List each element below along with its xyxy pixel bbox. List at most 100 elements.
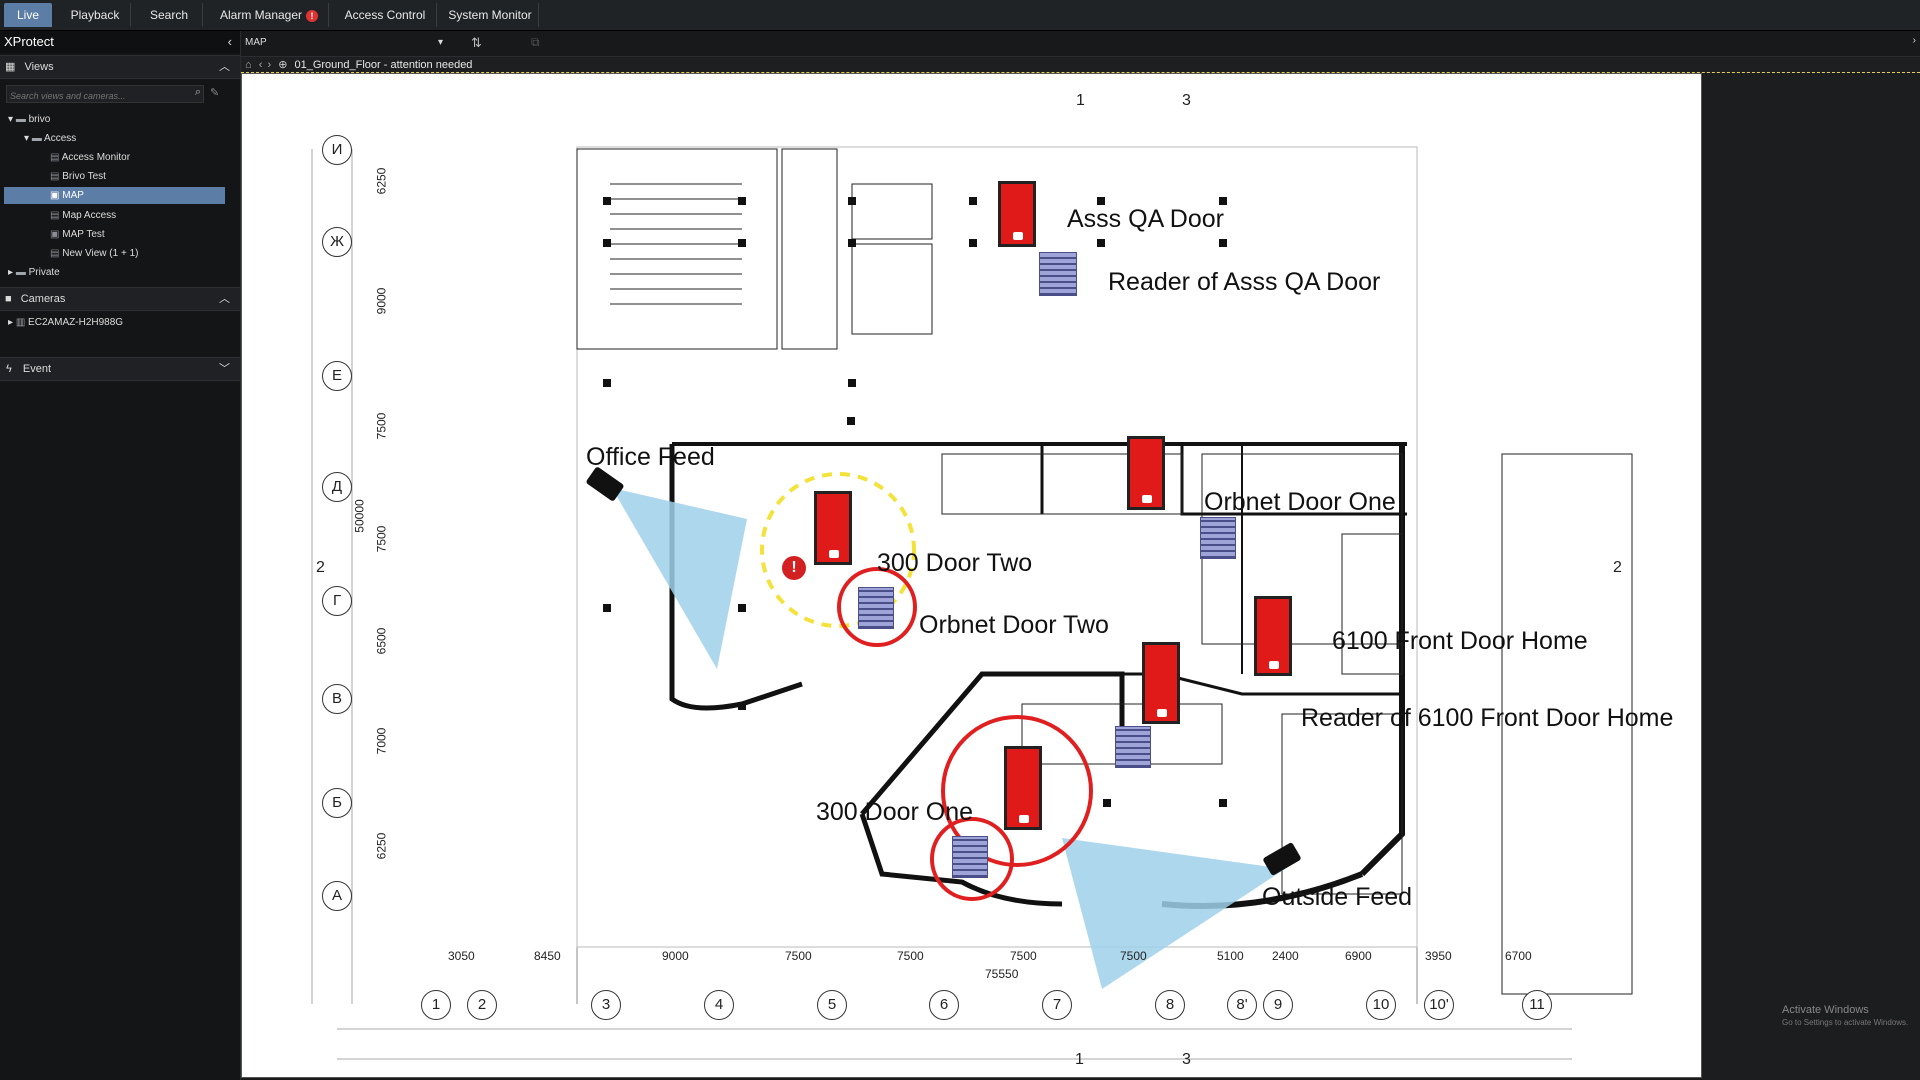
card-reader-icon[interactable] <box>1039 252 1077 296</box>
col-axis-marker: 8' <box>1227 990 1257 1020</box>
search-icon[interactable]: ⌕ <box>195 86 201 99</box>
camera-server-item[interactable]: ▸ ▥ EC2AMAZ-H2H988G <box>8 314 123 331</box>
tree-item-brivo-test[interactable]: ▤ Brivo Test <box>50 168 224 185</box>
tree-item-label: Access Monitor <box>61 152 131 163</box>
row-axis-marker: Б <box>322 788 352 818</box>
tree-root-brivo[interactable]: ▾ ▬ brivo <box>8 111 50 128</box>
tree-group-access[interactable]: ▾ ▬ Access <box>24 130 76 147</box>
row-axis-marker: В <box>322 684 352 714</box>
col-axis-marker: 10' <box>1424 990 1454 1020</box>
col-axis-marker: 9 <box>1263 990 1293 1020</box>
office-feed-view-cone <box>612 488 747 669</box>
label-reader-6100-front-door[interactable]: Reader of 6100 Front Door Home <box>1301 704 1673 733</box>
tree-private[interactable]: ▸ ▬ Private <box>8 264 60 281</box>
views-search-box[interactable]: ⌕ <box>6 85 204 104</box>
tab-alarm-manager-label: Alarm Manager <box>219 8 303 22</box>
row-axis-marker: И <box>322 135 352 165</box>
col-axis-marker: 6 <box>929 990 959 1020</box>
more-icon[interactable]: › <box>1913 35 1916 46</box>
col-dimension: 6900 <box>1345 949 1372 963</box>
tree-root-label: brivo <box>28 114 51 125</box>
label-300-door-two[interactable]: 300 Door Two <box>877 549 1032 578</box>
col-dimension: 7500 <box>1120 949 1147 963</box>
tab-access-control[interactable]: Access Control <box>334 3 437 27</box>
folder-icon: ▬ <box>15 267 26 278</box>
lock-icon <box>1142 495 1152 503</box>
door-icon[interactable] <box>998 181 1036 247</box>
label-outside-feed[interactable]: Outside Feed <box>1262 883 1412 912</box>
label-office-feed[interactable]: Office Feed <box>586 443 715 472</box>
door-icon[interactable] <box>1004 746 1042 830</box>
add-view-icon[interactable]: ✎ <box>210 86 219 99</box>
view-icon: ▣ <box>50 229 60 240</box>
lock-icon <box>1019 815 1029 823</box>
door-icon[interactable] <box>1254 596 1292 676</box>
row-dimension: 9000 <box>374 287 389 315</box>
tab-live[interactable]: Live <box>4 3 52 27</box>
col-axis-marker: 8 <box>1155 990 1185 1020</box>
collapse-panel-icon[interactable]: ‹ <box>228 31 232 53</box>
label-300-door-one[interactable]: 300 Door One <box>816 798 973 827</box>
col-dimension: 7500 <box>785 949 812 963</box>
section-mark-side: 2 <box>316 559 325 576</box>
card-reader-icon[interactable] <box>1200 517 1236 559</box>
views-header-label: Views <box>24 61 54 73</box>
watermark-subtitle: Go to Settings to activate Windows. <box>1782 1018 1909 1027</box>
col-dimension: 3050 <box>448 949 475 963</box>
label-orbnet-door-two[interactable]: Orbnet Door Two <box>919 611 1109 640</box>
back-icon[interactable]: ‹ <box>259 59 263 71</box>
breadcrumb-path[interactable]: 01_Ground_Floor - attention needed <box>294 59 472 71</box>
label-orbnet-door-one[interactable]: Orbnet Door One <box>1204 488 1396 517</box>
forward-icon[interactable]: › <box>267 59 271 71</box>
row-axis-marker: Е <box>322 361 352 391</box>
globe-icon: ⊕ <box>278 59 288 71</box>
col-dimension: 2400 <box>1272 949 1299 963</box>
cameras-section-header[interactable]: ■ Cameras ︿ <box>0 287 240 311</box>
tree-item-map-test[interactable]: ▣ MAP Test <box>50 226 224 243</box>
folder-icon: ▬ <box>31 133 42 144</box>
copy-icon[interactable]: ⧉ <box>531 35 540 50</box>
card-reader-icon[interactable] <box>952 836 988 878</box>
card-reader-icon[interactable] <box>1115 726 1151 768</box>
col-dimension: 9000 <box>662 949 689 963</box>
top-tab-bar: Live Playback Search Alarm Manager! Acce… <box>0 0 1920 31</box>
view-icon: ▤ <box>50 152 60 163</box>
left-panel: XProtect ‹ ▦ Views ︿ ⌕ ✎ ▾ ▬ brivo ▾ ▬ A… <box>0 31 241 1080</box>
tab-search[interactable]: Search <box>136 3 203 27</box>
tab-playback[interactable]: Playback <box>60 3 131 27</box>
tree-item-map[interactable]: ▣ MAP <box>4 187 225 204</box>
door-icon[interactable] <box>1127 436 1165 510</box>
tree-item-access-monitor[interactable]: ▤ Access Monitor <box>50 149 224 166</box>
door-icon[interactable] <box>1142 642 1180 724</box>
home-icon[interactable]: ⌂ <box>245 59 252 71</box>
card-reader-icon[interactable] <box>858 587 894 629</box>
door-icon[interactable] <box>814 491 852 565</box>
lock-icon <box>1013 232 1023 240</box>
tab-system-monitor[interactable]: System Monitor <box>442 3 539 27</box>
alert-icon[interactable]: ! <box>782 556 806 580</box>
label-reader-asss-qa-door[interactable]: Reader of Asss QA Door <box>1108 268 1380 297</box>
label-6100-front-door-home[interactable]: 6100 Front Door Home <box>1332 627 1588 656</box>
server-icon: ▥ <box>15 317 26 328</box>
tree-private-label: Private <box>28 267 60 278</box>
row-axis-marker: А <box>322 881 352 911</box>
floor-plan-map[interactable]: ! Asss QA Door Reader of Asss QA Door Of… <box>241 73 1702 1078</box>
views-section-header[interactable]: ▦ Views ︿ <box>0 55 240 79</box>
chevron-up-icon: ︿ <box>219 61 230 73</box>
breadcrumb: ⌂ ‹ › ⊕ 01_Ground_Floor - attention need… <box>241 57 1920 73</box>
view-select[interactable]: MAP ▾ <box>245 35 445 51</box>
folder-icon: ▬ <box>15 114 26 125</box>
alarm-badge-icon: ! <box>306 9 319 22</box>
view-icon: ▤ <box>50 171 60 182</box>
tab-alarm-manager[interactable]: Alarm Manager! <box>210 3 329 27</box>
tree-item-label: Brivo Test <box>62 171 106 182</box>
map-toolbar: MAP ▾ ⇅ ⧉ › <box>241 31 1920 57</box>
search-input[interactable] <box>7 88 183 104</box>
label-asss-qa-door[interactable]: Asss QA Door <box>1067 205 1224 234</box>
row-dimension: 6500 <box>374 627 389 655</box>
tree-item-map-access[interactable]: ▤ Map Access <box>50 207 224 224</box>
map-tools-icon[interactable]: ⇅ <box>471 35 482 51</box>
tree-item-new-view[interactable]: ▤ New View (1 + 1) <box>50 245 224 262</box>
event-section-header[interactable]: ϟ Event ﹀ <box>0 357 240 381</box>
col-dimension: 7500 <box>897 949 924 963</box>
